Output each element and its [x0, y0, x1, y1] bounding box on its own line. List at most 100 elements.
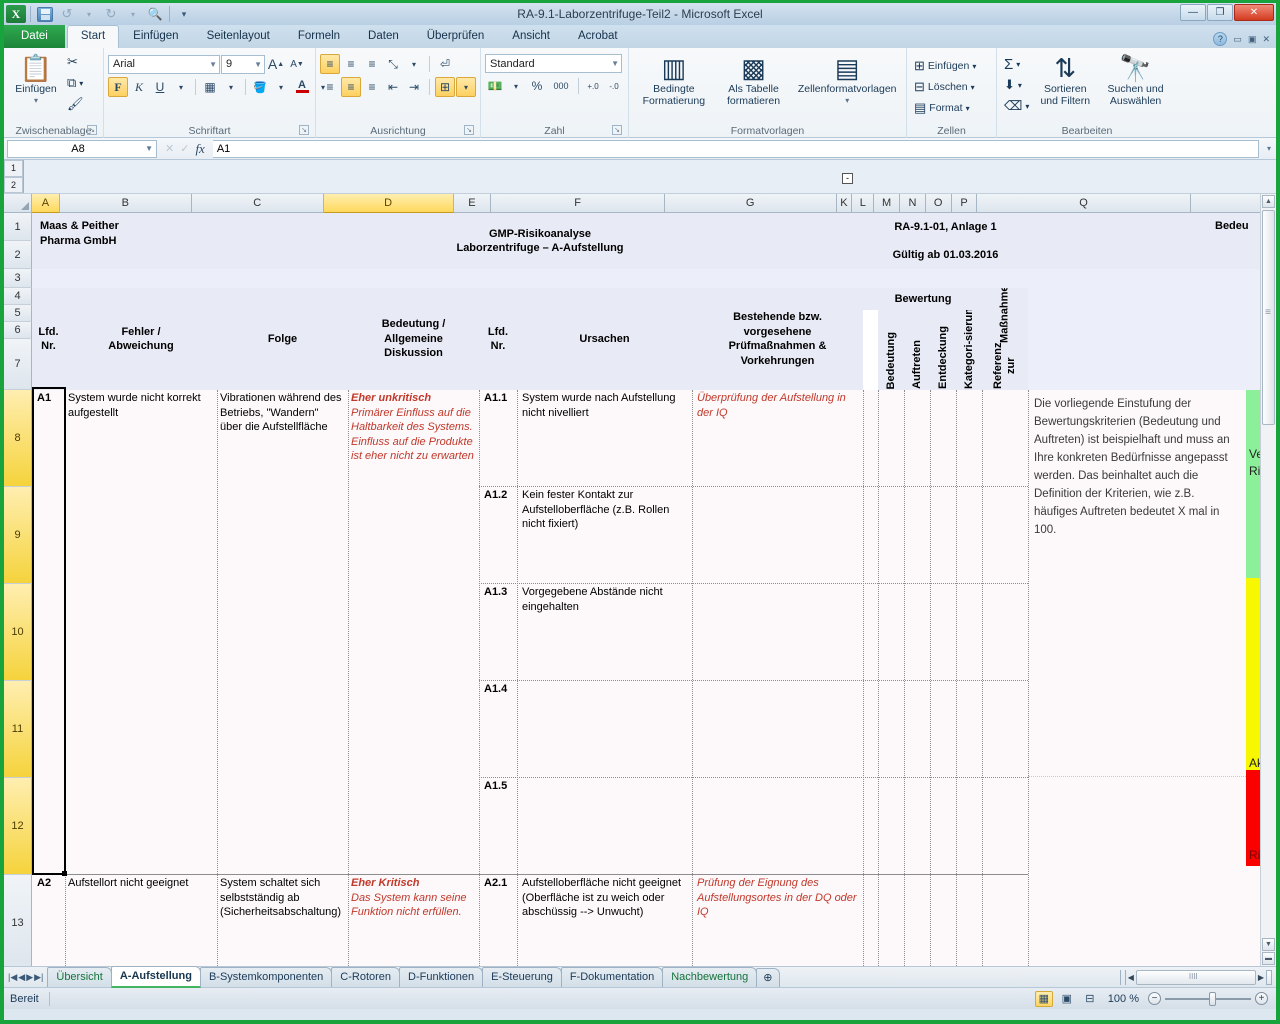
name-box-dropdown-icon[interactable]: ▼ [145, 144, 153, 153]
last-sheet-button[interactable]: ▶| [34, 972, 43, 983]
column-header-D[interactable]: D [324, 194, 454, 213]
copy-button[interactable]: ⧉▾ [64, 73, 87, 93]
underline-button[interactable]: U [150, 77, 170, 97]
close-button[interactable]: ✕ [1234, 4, 1274, 21]
cell-a1-4-ursache[interactable] [519, 681, 690, 775]
autosum-button[interactable]: Σ▾ [1001, 54, 1032, 74]
number-dialog-launcher[interactable]: ↘ [612, 125, 622, 135]
align-middle-button[interactable]: ≡ [341, 54, 361, 74]
cell-header-folge[interactable]: Folge [217, 288, 348, 390]
outline-level-1[interactable]: 1 [4, 160, 23, 177]
merge-cells-dropdown-icon[interactable]: ▾ [456, 77, 476, 97]
align-left-button[interactable]: ≡ [320, 77, 340, 97]
minimize-button[interactable]: — [1180, 4, 1206, 21]
cell-a1-1-nr[interactable]: A1.1 [479, 390, 517, 410]
undo-button[interactable]: ↺ [57, 5, 77, 23]
format-cells-button[interactable]: ▤Format▾ [911, 98, 979, 118]
cell-header-v-kategorisierung[interactable]: Kategori- sierung [956, 310, 982, 390]
ribbon-tab-einfuegen[interactable]: Einfügen [119, 25, 192, 48]
scroll-down-arrow[interactable]: ▼ [1262, 938, 1275, 951]
font-dialog-launcher[interactable]: ↘ [299, 125, 309, 135]
column-header-P[interactable]: P [952, 194, 978, 213]
column-header-K[interactable]: K [837, 194, 853, 213]
column-header-A[interactable]: A [32, 194, 60, 213]
column-header-C[interactable]: C [192, 194, 324, 213]
row-header-1[interactable]: 1 [4, 213, 32, 241]
view-normal-button[interactable]: ▦ [1035, 991, 1053, 1007]
ribbon-tab-daten[interactable]: Daten [354, 25, 413, 48]
grow-font-button[interactable]: A▲ [266, 54, 286, 74]
column-header-G[interactable]: G [665, 194, 837, 213]
row-header-10[interactable]: 10 [4, 584, 32, 681]
cell-a1-4-massnahme[interactable] [694, 681, 861, 775]
column-header-F[interactable]: F [491, 194, 665, 213]
column-header-M[interactable]: M [874, 194, 900, 213]
view-page-layout-button[interactable]: ▣ [1058, 991, 1076, 1007]
row-header-4[interactable]: 4 [4, 288, 32, 305]
insert-cells-button[interactable]: ⊞Einfügen▾ [911, 56, 979, 76]
restore-window-icon[interactable]: ▣ [1248, 34, 1257, 45]
paste-dropdown-icon[interactable]: ▾ [34, 95, 38, 107]
ribbon-tab-seitenlayout[interactable]: Seitenlayout [193, 25, 284, 48]
font-name-dropdown-icon[interactable]: ▼ [205, 60, 217, 69]
save-button[interactable] [35, 5, 55, 23]
shrink-font-button[interactable]: A▼ [287, 54, 307, 74]
close-workbook-icon[interactable]: ✕ [1262, 34, 1270, 45]
row-header-12[interactable]: 12 [4, 778, 32, 875]
number-format-dropdown-icon[interactable]: ▼ [607, 59, 619, 68]
zoom-in-button[interactable]: + [1255, 992, 1268, 1005]
customize-qat-icon[interactable]: ▾ [174, 5, 194, 23]
increase-decimal-button[interactable]: +.0 [583, 76, 603, 96]
row-header-2[interactable]: 2 [4, 241, 32, 269]
cell-a1-2-nr[interactable]: A1.2 [479, 487, 517, 507]
cell-header-fehler[interactable]: Fehler / Abweichung [65, 288, 217, 390]
vertical-scrollbar[interactable]: ▲ ▼ ▬ [1260, 194, 1276, 966]
cell-a1-folge[interactable]: Vibrationen während des Betriebs, "Wande… [217, 390, 346, 870]
horizontal-scrollbar[interactable] [1136, 970, 1256, 985]
percent-format-button[interactable]: % [527, 76, 547, 96]
cell-header-lfd-nr-1[interactable]: Lfd. Nr. [32, 288, 65, 390]
scroll-up-arrow[interactable]: ▲ [1262, 195, 1275, 208]
cell-a1-5-nr[interactable]: A1.5 [479, 778, 517, 798]
row-header-6[interactable]: 6 [4, 322, 32, 339]
prev-sheet-button[interactable]: ◀ [18, 972, 25, 983]
vertical-scroll-thumb[interactable] [1262, 210, 1275, 425]
format-as-table-button[interactable]: ▩ Als Tabelle formatieren [715, 50, 793, 107]
row-header-13[interactable]: 13 [4, 875, 32, 966]
fill-color-button[interactable]: 🪣 [250, 77, 270, 97]
cell-header-lfd-nr-2[interactable]: Lfd. Nr. [479, 288, 517, 390]
cell-doc-ref[interactable]: RA-9.1-01, Anlage 1 [863, 213, 1028, 241]
column-header-E[interactable]: E [454, 194, 492, 213]
cell-company[interactable]: Maas & Peither Pharma GmbH [32, 213, 217, 269]
column-header-N[interactable]: N [900, 194, 926, 213]
paste-button[interactable]: 📋 Einfügen ▾ [8, 50, 64, 107]
cell-a1-5-ursache[interactable] [519, 778, 690, 872]
outline-collapse-button[interactable]: - [842, 173, 853, 184]
cell-doc-title[interactable]: GMP-Risikoanalyse Laborzentrifuge – A-Au… [217, 213, 863, 269]
cell-a2-nr[interactable]: A2 [32, 875, 65, 903]
excel-logo-icon[interactable]: X [6, 5, 26, 23]
fill-color-dropdown-icon[interactable]: ▾ [271, 77, 291, 97]
zoom-out-button[interactable]: − [1148, 992, 1161, 1005]
row-header-11[interactable]: 11 [4, 681, 32, 778]
currency-dropdown-icon[interactable]: ▾ [506, 76, 526, 96]
italic-button[interactable]: K [129, 77, 149, 97]
cell-styles-dropdown-icon[interactable]: ▾ [845, 95, 849, 107]
align-bottom-button[interactable]: ≡ [362, 54, 382, 74]
column-header-B[interactable]: B [60, 194, 192, 213]
cell-a1-2-massnahme[interactable] [694, 487, 861, 581]
font-name-input[interactable]: Arial ▼ [108, 55, 220, 74]
cancel-formula-icon[interactable]: ✕ [165, 142, 174, 155]
column-header-Q[interactable]: Q [977, 194, 1190, 213]
cell-a1-2-ursache[interactable]: Kein fester Kontakt zur Aufstelloberfläc… [519, 487, 690, 581]
decrease-indent-button[interactable]: ⇤ [383, 77, 403, 97]
delete-cells-button[interactable]: ⊟Löschen▾ [911, 77, 979, 97]
zoom-slider[interactable]: − + [1148, 992, 1268, 1005]
hscroll-split-box[interactable] [1266, 970, 1272, 985]
row-header-9[interactable]: 9 [4, 487, 32, 584]
thousands-format-button[interactable]: 000 [548, 76, 574, 96]
row-header-3[interactable]: 3 [4, 269, 32, 288]
clipboard-dialog-launcher[interactable]: ↘ [87, 125, 97, 135]
cell-a1-3-nr[interactable]: A1.3 [479, 584, 517, 604]
ribbon-tab-ueberpruefen[interactable]: Überprüfen [413, 25, 499, 48]
